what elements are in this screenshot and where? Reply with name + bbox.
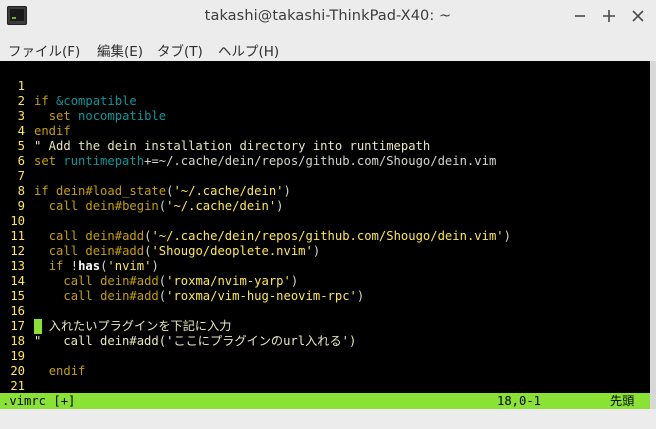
maximize-button[interactable] [597,4,621,28]
code-line: 9 [0,184,44,213]
vim-status-line: .vimrc [+] 18,0-1 先頭 [0,393,650,409]
maximize-icon [603,10,615,22]
close-button[interactable] [626,4,650,28]
code-text: set nocompatible [48,109,167,123]
code-text: " Add the dein installation directory in… [34,139,431,153]
code-line: 11 call dein#add('Shougo/deoplete.nvim') [0,214,320,258]
code-line: 22 call dein#save_state() [0,379,210,411]
title-bar[interactable]: takashi@takashi-ThinkPad-X40: ~ [0,0,656,33]
code-line: 20 [0,349,44,378]
menu-edit[interactable]: 編集(E) [97,40,143,60]
terminal-window: takashi@takashi-ThinkPad-X40: ~ ファイル(F) … [0,0,656,429]
code-line: 1 if &compatible [0,64,137,108]
code-text: call dein#add('roxma/vim-hug-neovim-rpc'… [63,289,365,303]
terminal-area[interactable]: 1 if &compatible 2 set nocompatible 3 en… [0,61,650,411]
window-title: takashi@takashi-ThinkPad-X40: ~ [204,8,452,24]
code-line: 19 endif [0,334,85,378]
code-text: call dein#add('roxma/nvim-yarp') [63,274,299,288]
status-filename: .vimrc [+] [2,394,76,408]
code-text: " 入れたいプラグインを下記に入力 [34,319,232,333]
terminal-scrollbar[interactable] [650,61,656,411]
minimize-button[interactable] [568,4,592,28]
status-scroll-position: 先頭 [610,394,635,408]
code-line: 3 endif [0,94,71,138]
code-line: 10 call dein#add('~/.cache/dein/repos/gi… [0,199,511,243]
code-text: if &compatible [34,94,137,108]
code-line: 17 " call dein#add('ここにプラグインのurl入れる') [0,304,356,348]
code-text: if !has('nvim') [48,259,159,273]
code-text: call dein#add('~/.cache/dein/repos/githu… [48,229,511,243]
code-line: 2 set nocompatible [0,79,166,123]
code-line: 18 [0,319,44,348]
code-text: set runtimepath+=~/.cache/dein/repos/git… [34,154,497,168]
code-line: 21 call dein#end() [0,364,158,408]
code-line: 7 if dein#load_state('~/.cache/dein') [0,154,291,198]
code-text: call dein#add('Shougo/deoplete.nvim') [48,244,321,258]
code-line: 14 call dein#add('roxma/vim-hug-neovim-r… [0,259,364,303]
code-text: if dein#load_state('~/.cache/dein') [34,184,291,198]
menu-bar: ファイル(F) 編集(E) タブ(T) ヘルプ(H) [0,36,656,61]
code-text: call dein#begin('~/.cache/dein') [48,199,284,213]
code-line: 8 call dein#begin('~/.cache/dein') [0,169,284,213]
status-cursor-position: 18,0-1 [497,394,542,408]
text-cursor [34,319,42,334]
window-bottom-edge [0,409,656,429]
menu-help[interactable]: ヘルプ(H) [218,40,279,60]
code-line: 12 if !has('nvim') [0,229,158,273]
code-text: " call dein#add('ここにプラグインのurl入れる') [34,334,357,348]
code-line: 4 " Add the dein installation directory … [0,109,431,153]
menu-tabs[interactable]: タブ(T) [157,40,203,60]
code-line: 5 set runtimepath+=~/.cache/dein/repos/g… [0,124,497,168]
minimize-icon [575,15,585,17]
code-line: 16 " 入れたいプラグインを下記に入力 [0,289,231,333]
code-line: 15 [0,274,44,303]
code-line: 6 [0,139,44,168]
close-icon [632,10,644,22]
menu-file[interactable]: ファイル(F) [8,40,80,60]
code-line: 13 call dein#add('roxma/nvim-yarp') [0,244,298,288]
